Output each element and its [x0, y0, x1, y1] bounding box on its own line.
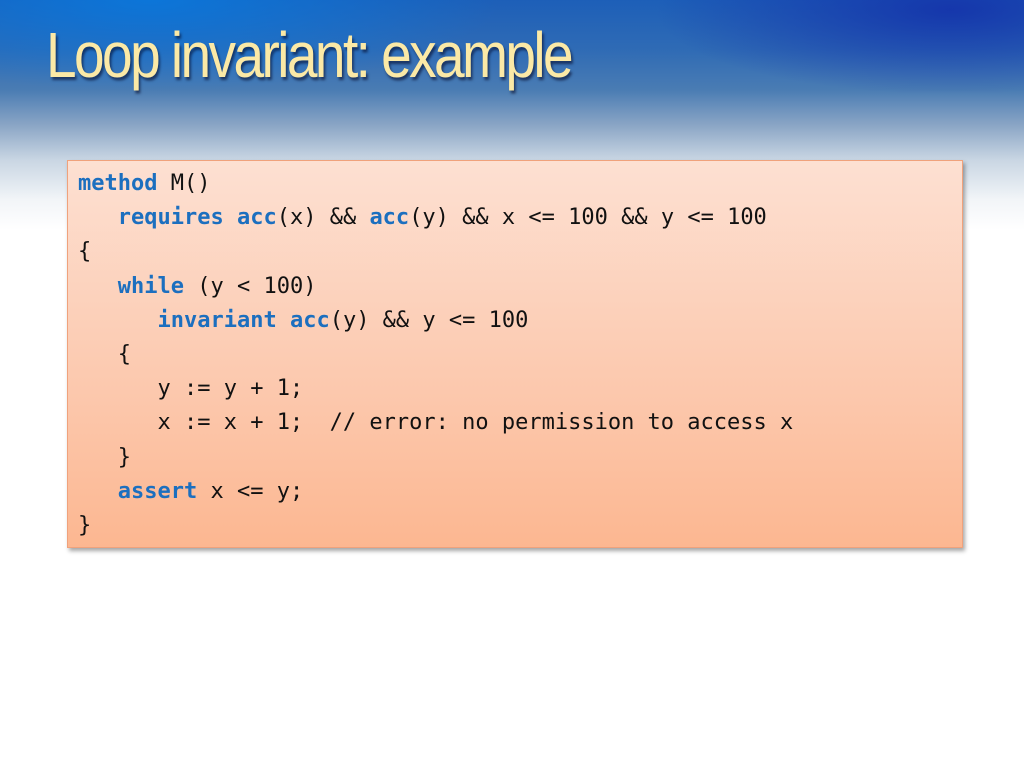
code-line: x := x + 1; // error: no permission to a… — [78, 406, 793, 440]
code-keyword: acc — [289, 307, 330, 333]
code-text: x := x + 1; // error: no permission to a… — [157, 410, 794, 436]
code-keyword: while — [117, 273, 184, 299]
code-keyword: acc — [369, 205, 410, 231]
code-line: y := y + 1; — [78, 372, 793, 406]
code-text: } — [78, 512, 92, 538]
code-keyword: assert — [117, 478, 198, 504]
code-text: (y) && x <= 100 && y <= 100 — [409, 205, 767, 231]
code-text: M() — [157, 171, 211, 196]
code-text: y := y + 1; — [157, 376, 304, 402]
code-keyword: acc — [236, 205, 277, 231]
code-keyword: method — [78, 171, 158, 196]
code-line: assert x <= y; — [78, 475, 793, 509]
code-text: (y) && y <= 100 — [329, 307, 529, 333]
slide-title: Loop invariant: example — [46, 19, 574, 91]
code-line: } — [78, 509, 793, 543]
code-listing: method M() requires acc(x) && acc(y) && … — [78, 167, 793, 543]
code-text: { — [117, 341, 131, 367]
code-text: { — [78, 239, 92, 265]
code-keyword: invariant — [157, 307, 277, 333]
code-line: } — [78, 441, 793, 475]
code-line: invariant acc(y) && y <= 100 — [78, 304, 793, 338]
code-text: } — [117, 444, 131, 470]
code-line: method M() — [78, 167, 793, 201]
code-text: (x) && — [276, 205, 370, 231]
code-block: method M() requires acc(x) && acc(y) && … — [67, 160, 963, 548]
code-text: (y < 100) — [183, 273, 317, 299]
code-line: { — [78, 338, 793, 372]
code-line: { — [78, 235, 793, 269]
code-line: requires acc(x) && acc(y) && x <= 100 &&… — [78, 201, 793, 235]
code-keyword: requires — [117, 205, 224, 231]
code-text: x <= y; — [197, 478, 304, 504]
code-line: while (y < 100) — [78, 270, 793, 304]
